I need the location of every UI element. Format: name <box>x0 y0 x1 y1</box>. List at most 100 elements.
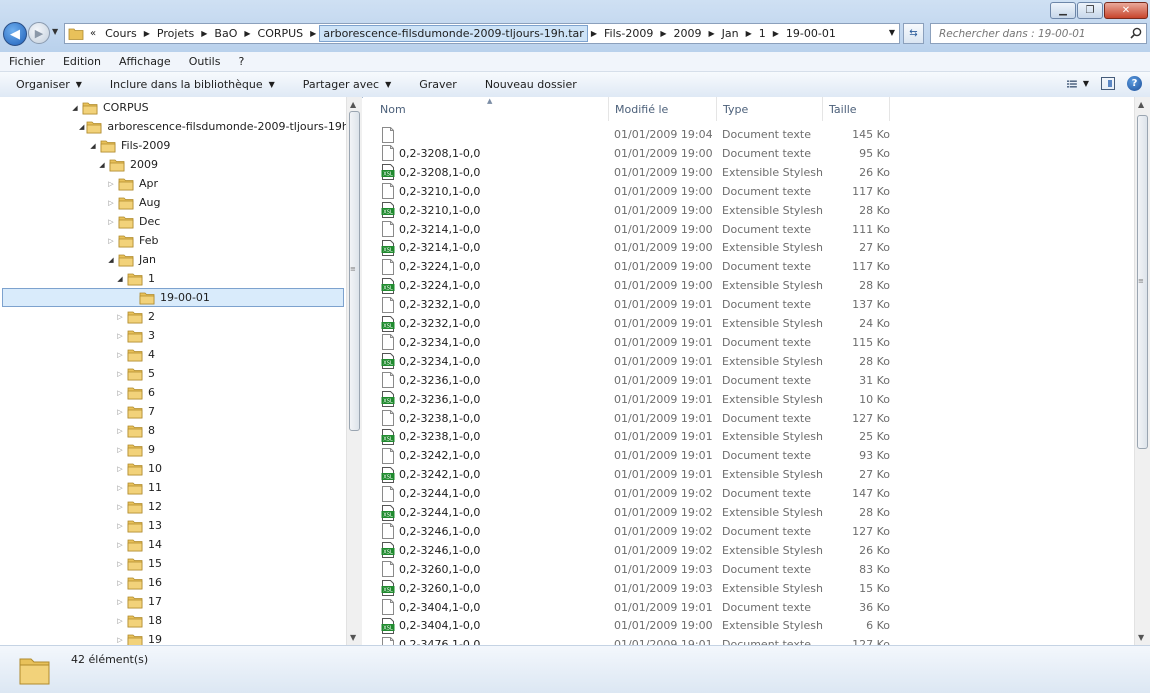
menu-help[interactable]: ? <box>229 55 253 68</box>
tree-item[interactable]: ◢ CORPUS <box>0 98 346 117</box>
tree-item[interactable]: ◢ Jan <box>0 250 346 269</box>
column-header-name[interactable]: Nom ▲ <box>363 97 609 121</box>
tree-item[interactable]: ▷ Apr <box>0 174 346 193</box>
file-row[interactable]: 0,2-3208,1-0,0 01/01/2009 19:00 Document t… <box>363 144 1135 163</box>
tree-item[interactable]: ◢ 2009 <box>0 155 346 174</box>
file-row[interactable]: 0,2-3242,1-0,0 01/01/2009 19:01 Document t… <box>363 446 1135 465</box>
organize-button[interactable]: Organiser ▼ <box>0 78 94 91</box>
breadcrumb-19-00-01[interactable]: 19-00-01 <box>782 27 840 40</box>
tree-item[interactable]: 19-00-01 <box>2 288 344 307</box>
breadcrumb-2009[interactable]: 2009 ▶ <box>669 27 717 40</box>
file-row[interactable]: XSL 0,2-3208,1-0,0 01/01/2009 19:00 Extensi… <box>363 163 1135 182</box>
tree-item[interactable]: ◢ arborescence-filsdumonde-2009-tljours-1… <box>0 117 362 136</box>
address-bar[interactable]: « Cours ▶ Projets ▶ BaO ▶ CORPUS ▶ arboresce… <box>64 23 900 44</box>
expanded-arrow-icon[interactable]: ◢ <box>115 275 125 283</box>
search-input[interactable] <box>937 26 1121 41</box>
expanded-arrow-icon[interactable]: ◢ <box>88 142 98 150</box>
close-button[interactable]: ✕ <box>1104 2 1148 19</box>
collapsed-arrow-icon[interactable]: ▷ <box>115 389 125 397</box>
search-box[interactable] <box>930 23 1147 44</box>
breadcrumb-1[interactable]: 1 ▶ <box>755 27 782 40</box>
collapsed-arrow-icon[interactable]: ▷ <box>106 180 116 188</box>
file-row[interactable]: 0,2-3210,1-0,0 01/01/2009 19:00 Document t… <box>363 182 1135 201</box>
collapsed-arrow-icon[interactable]: ▷ <box>115 408 125 416</box>
collapsed-arrow-icon[interactable]: ▷ <box>106 237 116 245</box>
tree-item[interactable]: ▷ 5 <box>0 364 346 383</box>
tree-item[interactable]: ▷ Feb <box>0 231 346 250</box>
breadcrumb-fils-2009[interactable]: Fils-2009 ▶ <box>600 27 670 40</box>
file-row[interactable]: 0,2-3224,1-0,0 01/01/2009 19:00 Document t… <box>363 257 1135 276</box>
menu-fichier[interactable]: Fichier <box>0 55 54 68</box>
tree-item[interactable]: ▷ 12 <box>0 497 346 516</box>
expanded-arrow-icon[interactable]: ◢ <box>79 123 84 131</box>
column-header-type[interactable]: Type <box>717 97 823 121</box>
collapsed-arrow-icon[interactable]: ▷ <box>115 522 125 530</box>
tree-item[interactable]: ▷ 7 <box>0 402 346 421</box>
collapsed-arrow-icon[interactable]: ▷ <box>115 541 125 549</box>
breadcrumb-projets[interactable]: Projets ▶ <box>153 27 210 40</box>
file-row[interactable]: 0,2-3246,1-0,0 01/01/2009 19:02 Document t… <box>363 522 1135 541</box>
maximize-button[interactable]: ❐ <box>1077 2 1103 19</box>
file-row[interactable]: XSL 0,2-3224,1-0,0 01/01/2009 19:00 Extensi… <box>363 276 1135 295</box>
file-row[interactable]: 0,2-3232,1-0,0 01/01/2009 19:01 Document t… <box>363 295 1135 314</box>
tree-item[interactable]: ▷ 2 <box>0 307 346 326</box>
expanded-arrow-icon[interactable]: ◢ <box>97 161 107 169</box>
file-row[interactable]: XSL 0,2-3210,1-0,0 01/01/2009 19:00 Extensi… <box>363 201 1135 220</box>
burn-button[interactable]: Graver <box>403 78 469 91</box>
collapsed-arrow-icon[interactable]: ▷ <box>115 427 125 435</box>
tree-item[interactable]: ▷ 17 <box>0 592 346 611</box>
collapsed-arrow-icon[interactable]: ▷ <box>115 617 125 625</box>
breadcrumb-cours[interactable]: Cours ▶ <box>101 27 153 40</box>
change-view-button[interactable]: ▼ <box>1067 77 1089 91</box>
file-row[interactable]: 0,2-3244,1-0,0 01/01/2009 19:02 Document t… <box>363 484 1135 503</box>
column-header-date[interactable]: Modifié le <box>609 97 717 121</box>
refresh-button[interactable]: ⇆ <box>903 23 924 44</box>
file-row[interactable]: 0,2-3476,1-0,0 01/01/2009 19:01 Document t… <box>363 635 1135 645</box>
scroll-down-icon[interactable]: ▼ <box>1138 633 1144 642</box>
file-row[interactable]: 01/01/2009 19:04 Document texte 145 Ko <box>363 125 1135 144</box>
file-row[interactable]: 0,2-3260,1-0,0 01/01/2009 19:03 Document t… <box>363 560 1135 579</box>
tree-item[interactable]: ◢ 1 <box>0 269 346 288</box>
breadcrumb-archive[interactable]: arborescence-filsdumonde-2009-tljours-19… <box>319 25 600 42</box>
tree-item[interactable]: ▷ 13 <box>0 516 346 535</box>
file-row[interactable]: 0,2-3404,1-0,0 01/01/2009 19:01 Document t… <box>363 598 1135 617</box>
collapsed-arrow-icon[interactable]: ▷ <box>106 218 116 226</box>
file-row[interactable]: XSL 0,2-3246,1-0,0 01/01/2009 19:02 Extensi… <box>363 541 1135 560</box>
tree-item[interactable]: ▷ 14 <box>0 535 346 554</box>
collapsed-arrow-icon[interactable]: ▷ <box>115 313 125 321</box>
file-row[interactable]: XSL 0,2-3234,1-0,0 01/01/2009 19:01 Extensi… <box>363 352 1135 371</box>
expanded-arrow-icon[interactable]: ◢ <box>70 104 80 112</box>
menu-outils[interactable]: Outils <box>180 55 230 68</box>
tree-item[interactable]: ▷ 4 <box>0 345 346 364</box>
share-with-button[interactable]: Partager avec ▼ <box>287 78 403 91</box>
tree-item[interactable]: ▷ Dec <box>0 212 346 231</box>
tree-item[interactable]: ▷ 10 <box>0 459 346 478</box>
tree-item[interactable]: ▷ 8 <box>0 421 346 440</box>
collapsed-arrow-icon[interactable]: ▷ <box>115 560 125 568</box>
file-row[interactable]: XSL 0,2-3236,1-0,0 01/01/2009 19:01 Extensi… <box>363 390 1135 409</box>
tree-item[interactable]: ▷ 11 <box>0 478 346 497</box>
forward-button[interactable]: ▶ <box>28 22 50 44</box>
address-dropdown-icon[interactable]: ▼ <box>889 28 895 37</box>
tree-item[interactable]: ▷ 6 <box>0 383 346 402</box>
file-row[interactable]: XSL 0,2-3244,1-0,0 01/01/2009 19:02 Extensi… <box>363 503 1135 522</box>
collapsed-arrow-icon[interactable]: ▷ <box>106 199 116 207</box>
breadcrumb-jan[interactable]: Jan ▶ <box>718 27 755 40</box>
scroll-down-icon[interactable]: ▼ <box>350 633 356 642</box>
collapsed-arrow-icon[interactable]: ▷ <box>115 636 125 644</box>
expanded-arrow-icon[interactable]: ◢ <box>106 256 116 264</box>
preview-pane-button[interactable] <box>1101 77 1115 90</box>
collapsed-arrow-icon[interactable]: ▷ <box>115 598 125 606</box>
collapsed-arrow-icon[interactable]: ▷ <box>115 503 125 511</box>
breadcrumb-corpus[interactable]: CORPUS ▶ <box>254 27 320 40</box>
collapsed-arrow-icon[interactable]: ▷ <box>115 446 125 454</box>
file-row[interactable]: 0,2-3236,1-0,0 01/01/2009 19:01 Document t… <box>363 371 1135 390</box>
back-button[interactable]: ◀ <box>3 22 27 46</box>
file-row[interactable]: 0,2-3238,1-0,0 01/01/2009 19:01 Document t… <box>363 409 1135 428</box>
file-row[interactable]: XSL 0,2-3260,1-0,0 01/01/2009 19:03 Extensi… <box>363 579 1135 598</box>
collapsed-arrow-icon[interactable]: ▷ <box>115 332 125 340</box>
search-icon[interactable] <box>1130 27 1142 39</box>
file-row[interactable]: XSL 0,2-3232,1-0,0 01/01/2009 19:01 Extensi… <box>363 314 1135 333</box>
include-library-button[interactable]: Inclure dans la bibliothèque ▼ <box>94 78 287 91</box>
tree-item[interactable]: ▷ Aug <box>0 193 346 212</box>
